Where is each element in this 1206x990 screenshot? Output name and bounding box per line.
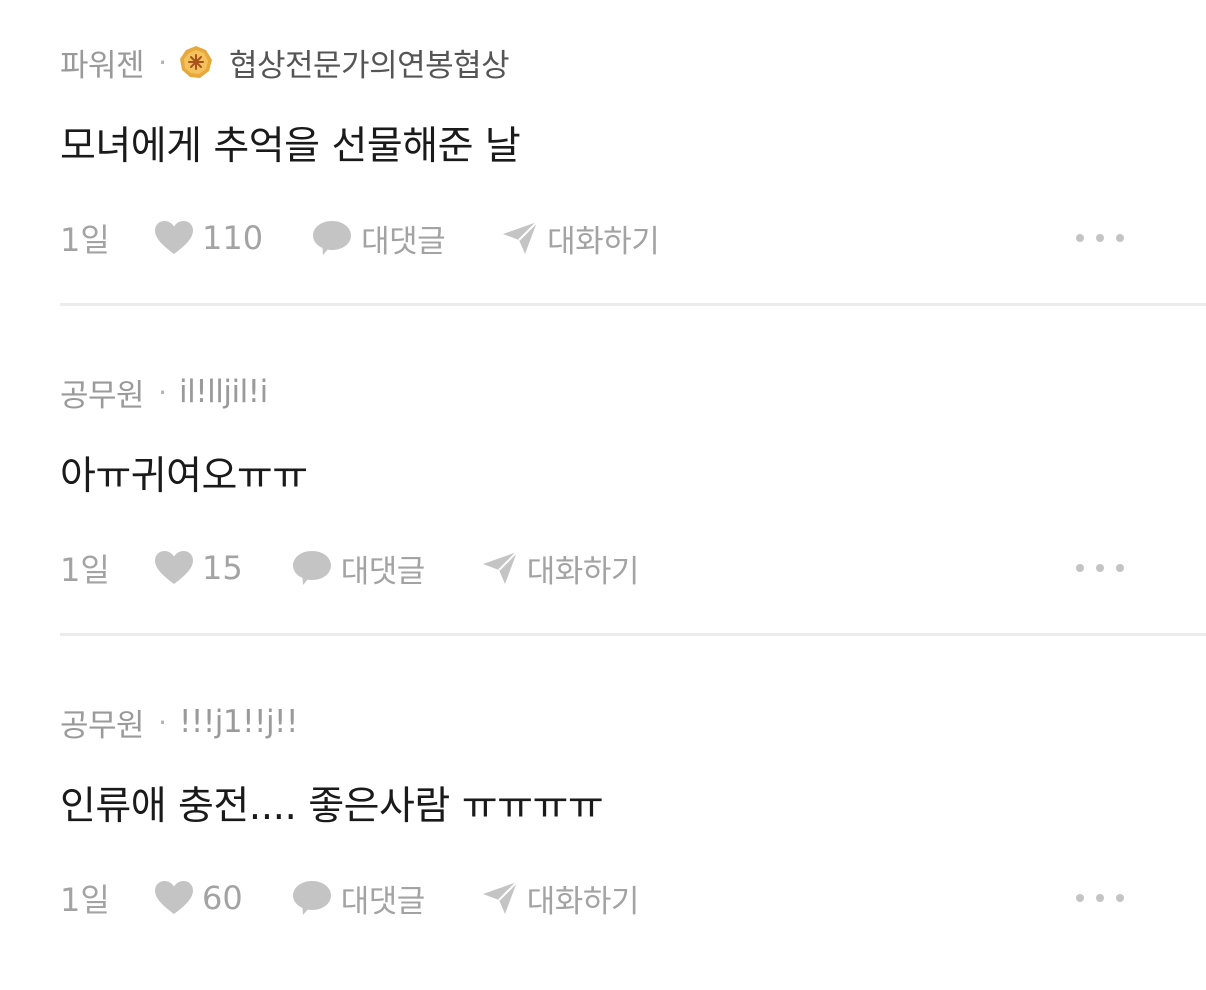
nickname[interactable]: il!lljil!i xyxy=(179,374,268,410)
chat-label: 대화하기 xyxy=(547,223,660,260)
gold-badge-icon xyxy=(179,45,213,79)
speech-bubble-icon xyxy=(292,881,331,915)
comment-time: 1일 xyxy=(60,221,110,259)
reply-button[interactable]: 대댓글 xyxy=(311,216,446,261)
more-dot xyxy=(1116,234,1124,242)
more-dot xyxy=(1096,234,1104,242)
ellipsis-icon[interactable] xyxy=(1076,882,1124,914)
like-count: 60 xyxy=(202,879,243,917)
more-dot xyxy=(1076,234,1084,242)
comment-time: 1일 xyxy=(60,551,110,589)
more-dot xyxy=(1116,564,1124,572)
like-button[interactable]: 110 xyxy=(154,219,263,257)
reply-label: 대댓글 xyxy=(340,883,426,920)
company-name[interactable]: 공무원 xyxy=(60,370,145,415)
more-dot xyxy=(1116,894,1124,902)
chat-button[interactable]: 대화하기 xyxy=(501,216,660,261)
meta-separator: · xyxy=(158,705,167,739)
speech-bubble-icon xyxy=(292,551,331,585)
comment-meta: 파워젠 · 협상전문가의연봉협상 xyxy=(60,40,510,85)
reply-label: 대댓글 xyxy=(340,553,426,590)
comment-item: 파워젠 · 협상전문가의연봉협상 모녀에게 추억을 선물해준 날 1일 110 xyxy=(60,0,1206,330)
more-dot xyxy=(1096,564,1104,572)
paper-plane-icon xyxy=(482,551,518,584)
company-name[interactable]: 공무원 xyxy=(60,700,145,745)
comment-actions: 1일 110 대댓글 대화하기 xyxy=(60,214,1206,262)
chat-label: 대화하기 xyxy=(526,553,640,590)
paper-plane-icon xyxy=(482,881,518,914)
company-name[interactable]: 파워젠 xyxy=(60,40,145,85)
speech-bubble-icon xyxy=(313,221,352,255)
ellipsis-icon[interactable] xyxy=(1076,222,1124,254)
paper-plane-icon xyxy=(503,221,538,254)
divider xyxy=(60,633,1206,636)
chat-label: 대화하기 xyxy=(526,883,640,920)
meta-separator: · xyxy=(158,375,167,409)
comment-text: 모녀에게 추억을 선물해준 날 xyxy=(60,124,521,169)
nickname[interactable]: 협상전문가의연봉협상 xyxy=(229,40,510,85)
reply-button[interactable]: 대댓글 xyxy=(291,546,425,591)
reply-button[interactable]: 대댓글 xyxy=(291,876,425,921)
heart-icon xyxy=(155,551,193,584)
more-dot xyxy=(1096,894,1104,902)
more-dot xyxy=(1076,564,1084,572)
heart-icon xyxy=(155,221,193,254)
comment-text: 아ㅠ귀여오ㅠㅠ xyxy=(60,454,308,499)
comment-time: 1일 xyxy=(60,881,110,919)
more-dot xyxy=(1076,894,1084,902)
chat-button[interactable]: 대화하기 xyxy=(481,876,639,921)
reply-label: 대댓글 xyxy=(361,223,446,260)
comment-actions: 1일 15 대댓글 대화하기 xyxy=(60,544,1206,592)
comment-actions: 1일 60 대댓글 대화하기 xyxy=(60,874,1206,922)
like-button[interactable]: 60 xyxy=(154,879,243,917)
meta-separator: · xyxy=(158,45,167,79)
heart-icon xyxy=(155,881,193,914)
like-count: 15 xyxy=(202,549,243,587)
comment-item: 공무원 · il!lljil!i 아ㅠ귀여오ㅠㅠ 1일 15 대댓글 대화하기 xyxy=(60,330,1206,660)
nickname[interactable]: !!!j1!!j!! xyxy=(179,704,298,740)
like-button[interactable]: 15 xyxy=(154,549,243,587)
comment-meta: 공무원 · il!lljil!i xyxy=(60,370,268,415)
divider xyxy=(60,303,1206,306)
chat-button[interactable]: 대화하기 xyxy=(481,546,639,591)
ellipsis-icon[interactable] xyxy=(1076,552,1124,584)
comment-meta: 공무원 · !!!j1!!j!! xyxy=(60,700,298,745)
like-count: 110 xyxy=(202,219,264,257)
comment-text: 인류애 충전.... 좋은사람 ㅠㅠㅠㅠ xyxy=(60,784,604,829)
